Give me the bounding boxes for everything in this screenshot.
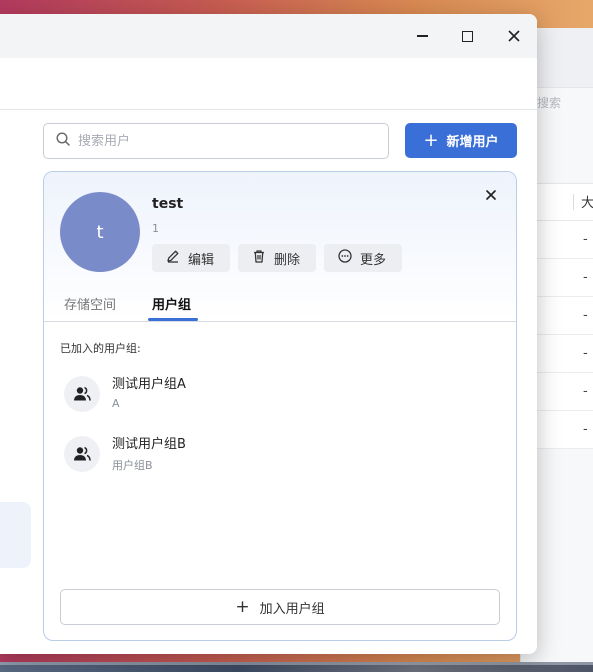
toolbar	[0, 58, 537, 110]
user-detail-panel: t test 1 编辑 删除 更多 存储空间 用户组 已加入的用户组: 测试用户…	[43, 171, 517, 641]
background-search-label: 搜索	[537, 96, 562, 110]
edit-label: 编辑	[188, 252, 215, 268]
delete-label: 删除	[274, 252, 301, 268]
user-id: 1	[152, 222, 159, 235]
more-label: 更多	[360, 252, 387, 268]
search-input[interactable]	[78, 133, 368, 149]
sidebar-card[interactable]	[0, 502, 31, 568]
close-icon[interactable]	[484, 188, 500, 204]
table-cell: -	[583, 232, 588, 247]
group-description: 用户组B	[112, 459, 153, 472]
search-icon	[56, 132, 70, 150]
close-icon[interactable]	[504, 26, 524, 46]
tab-user-groups[interactable]: 用户组	[152, 294, 191, 313]
delete-button[interactable]: 删除	[238, 244, 316, 272]
add-user-label: 新增用户	[446, 135, 499, 150]
table-cell: -	[583, 346, 588, 361]
trash-icon	[252, 249, 266, 267]
table-cell: -	[583, 308, 588, 323]
column-separator	[573, 194, 574, 210]
add-user-button[interactable]: + 新增用户	[405, 123, 517, 158]
search-field[interactable]	[43, 123, 389, 159]
user-group-icon	[64, 376, 100, 412]
edit-button[interactable]: 编辑	[152, 244, 230, 272]
group-description: A	[112, 397, 120, 410]
user-name: test	[152, 196, 184, 212]
group-name: 测试用户组B	[112, 437, 186, 452]
tab-storage[interactable]: 存储空间	[64, 294, 116, 313]
plus-icon: +	[235, 596, 250, 617]
table-cell: -	[583, 270, 588, 285]
joined-groups-heading: 已加入的用户组:	[60, 342, 141, 355]
background-column-header: 大	[581, 196, 593, 211]
pencil-icon	[166, 249, 180, 267]
list-item[interactable]: 测试用户组A A	[62, 376, 502, 420]
join-group-label: 加入用户组	[259, 601, 325, 617]
group-name: 测试用户组A	[112, 377, 186, 392]
more-button[interactable]: 更多	[324, 244, 402, 272]
list-item[interactable]: 测试用户组B 用户组B	[62, 436, 502, 480]
join-group-button[interactable]: + 加入用户组	[60, 589, 500, 625]
desktop-strip	[0, 662, 593, 672]
table-cell: -	[583, 384, 588, 399]
minimize-icon[interactable]	[412, 26, 432, 46]
tab-bar: 存储空间 用户组	[44, 286, 516, 322]
maximize-icon[interactable]	[457, 26, 477, 46]
plus-icon: +	[423, 129, 439, 151]
main-window: + 新增用户 t test 1 编辑 删除	[0, 14, 537, 654]
user-group-icon	[64, 436, 100, 472]
user-header: t test 1 编辑 删除 更多 存储空间 用户组	[44, 172, 516, 322]
title-bar	[0, 14, 537, 58]
table-cell: -	[583, 422, 588, 437]
avatar: t	[60, 192, 140, 272]
more-icon	[338, 249, 352, 267]
active-tab-indicator	[148, 318, 198, 321]
